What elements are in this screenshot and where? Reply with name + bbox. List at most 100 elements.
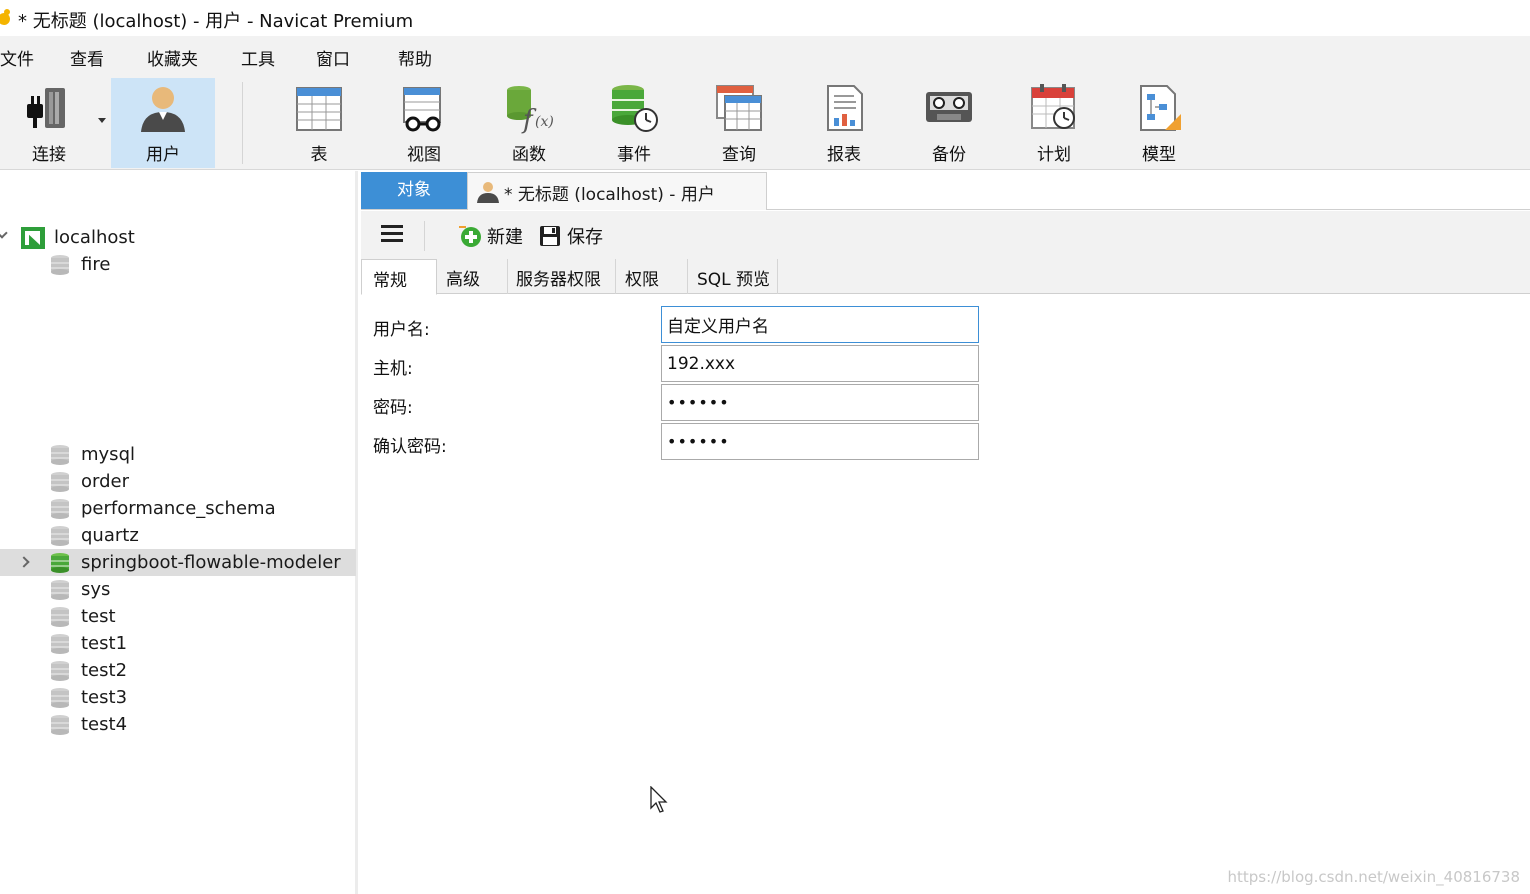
navigation-pane: localhost fire mysql order performance_s… (0, 171, 358, 894)
connect-plug-icon (27, 88, 65, 128)
host-input[interactable] (661, 345, 979, 382)
database-name: springboot-flowable-modeler (81, 552, 341, 573)
toolbar-schedule-button[interactable]: 计划 (1002, 78, 1106, 168)
event-clock-icon (612, 85, 658, 132)
toolbar-query-label: 查询 (722, 145, 756, 165)
expand-chevron-icon[interactable] (18, 556, 30, 568)
tree-db-order[interactable]: order (0, 468, 356, 495)
editor-toolbar: 新建 保存 (361, 211, 1530, 261)
tree-db-sys[interactable]: sys (0, 576, 356, 603)
toolbar-user-button[interactable]: 用户 (111, 78, 215, 168)
database-icon (51, 255, 69, 275)
main-toolbar: 连接 用户 表 视图 f (x) 函数 事件 查询 报表 备份 计划 模型 (0, 74, 1530, 170)
tree-db-fire[interactable]: fire (0, 251, 356, 278)
save-button-label: 保存 (567, 227, 603, 248)
toolbar-query-button[interactable]: 查询 (687, 78, 791, 168)
svg-text:(x): (x) (535, 114, 554, 130)
tree-db-test4[interactable]: test4 (0, 711, 356, 738)
menu-file[interactable]: 文件 (0, 45, 34, 70)
database-icon (51, 688, 69, 708)
toolbar-backup-button[interactable]: 备份 (897, 78, 1001, 168)
mysql-connection-icon (21, 227, 45, 249)
tab-advanced[interactable]: 高级 (437, 259, 508, 294)
toolbar-user-label: 用户 (146, 145, 180, 165)
menu-help[interactable]: 帮助 (398, 45, 432, 70)
tab-user-editor[interactable]: * 无标题 (localhost) - 用户 (467, 172, 767, 210)
tab-objects[interactable]: 对象 (361, 172, 467, 209)
toolbar-table-button[interactable]: 表 (267, 78, 371, 168)
toolbar-function-label: 函数 (512, 145, 546, 165)
database-icon (51, 715, 69, 735)
tree-connection-localhost[interactable]: localhost (0, 224, 356, 251)
view-glasses-icon (403, 87, 441, 132)
database-icon (51, 661, 69, 681)
main-area: 对象 * 无标题 (localhost) - 用户 新建 保存 常规 高级 服务… (361, 171, 1530, 894)
menu-tools[interactable]: 工具 (241, 45, 275, 70)
model-icon (1140, 85, 1181, 131)
toolbar-view-button[interactable]: 视图 (372, 78, 476, 168)
username-input[interactable] (661, 306, 979, 343)
menu-hamburger-icon[interactable] (381, 225, 403, 243)
tree-db-mysql[interactable]: mysql (0, 441, 356, 468)
toolbar-function-button[interactable]: f (x) 函数 (477, 78, 581, 168)
database-icon (51, 580, 69, 600)
tab-general[interactable]: 常规 (361, 259, 437, 295)
user-icon (141, 87, 185, 132)
database-name: fire (81, 254, 111, 275)
menu-favorites[interactable]: 收藏夹 (147, 45, 198, 70)
toolbar-report-label: 报表 (827, 145, 861, 165)
backup-tape-icon (926, 92, 972, 122)
tab-user-editor-label: * 无标题 (localhost) - 用户 (504, 185, 715, 205)
menu-window[interactable]: 窗口 (316, 45, 350, 70)
toolbar-event-label: 事件 (617, 145, 651, 165)
toolbar-view-label: 视图 (407, 145, 441, 165)
tree-db-springboot-flowable-modeler[interactable]: springboot-flowable-modeler (0, 549, 356, 576)
database-icon (51, 526, 69, 546)
tab-server-privileges[interactable]: 服务器权限 (508, 259, 616, 294)
database-name: test2 (81, 660, 128, 681)
host-row: 主机: (361, 345, 1001, 383)
tree-db-test3[interactable]: test3 (0, 684, 356, 711)
mouse-pointer-icon (650, 786, 668, 813)
toolbar-model-label: 模型 (1142, 145, 1176, 165)
database-name: quartz (81, 525, 139, 546)
database-name: order (81, 471, 129, 492)
confirm-password-input[interactable] (661, 423, 979, 460)
tree-db-test1[interactable]: test1 (0, 630, 356, 657)
connection-name: localhost (54, 227, 135, 248)
watermark: https://blog.csdn.net/weixin_40816738 (1227, 868, 1520, 886)
menu-bar: 文件 查看 收藏夹 工具 窗口 帮助 (0, 36, 1530, 74)
database-name: test4 (81, 714, 128, 735)
toolbar-connect-button[interactable]: 连接 (0, 78, 101, 168)
toolbar-model-button[interactable]: 模型 (1107, 78, 1211, 168)
function-fx-icon: f (x) (507, 86, 554, 134)
toolbar-table-label: 表 (310, 145, 328, 165)
tree-db-performance-schema[interactable]: performance_schema (0, 495, 356, 522)
connect-dropdown-arrow-icon[interactable] (98, 118, 106, 123)
menu-view[interactable]: 查看 (70, 45, 104, 70)
database-name: test3 (81, 687, 128, 708)
database-icon (51, 445, 69, 465)
tree-db-quartz[interactable]: quartz (0, 522, 356, 549)
document-tab-strip: 对象 * 无标题 (localhost) - 用户 (361, 171, 1530, 210)
database-name: sys (81, 579, 111, 600)
add-green-icon (459, 226, 481, 247)
database-name: mysql (81, 444, 135, 465)
table-icon (296, 87, 342, 131)
tree-db-test[interactable]: test (0, 603, 356, 630)
tree-db-test2[interactable]: test2 (0, 657, 356, 684)
toolbar-report-button[interactable]: 报表 (792, 78, 896, 168)
schedule-calendar-icon (1031, 84, 1075, 129)
tab-privileges[interactable]: 权限 (616, 259, 688, 294)
tab-sql-preview[interactable]: SQL 预览 (688, 259, 778, 294)
database-icon (51, 472, 69, 492)
toolbar-event-button[interactable]: 事件 (582, 78, 686, 168)
confirm-password-label: 确认密码: (373, 437, 447, 457)
new-button-label: 新建 (487, 227, 523, 248)
toolbar-connect-label: 连接 (32, 145, 66, 165)
toolbar-backup-label: 备份 (932, 145, 966, 165)
database-name: performance_schema (81, 498, 276, 519)
expand-chevron-icon[interactable] (0, 227, 8, 239)
password-input[interactable] (661, 384, 979, 421)
property-tabs: 常规 高级 服务器权限 权限 SQL 预览 (361, 257, 1530, 295)
